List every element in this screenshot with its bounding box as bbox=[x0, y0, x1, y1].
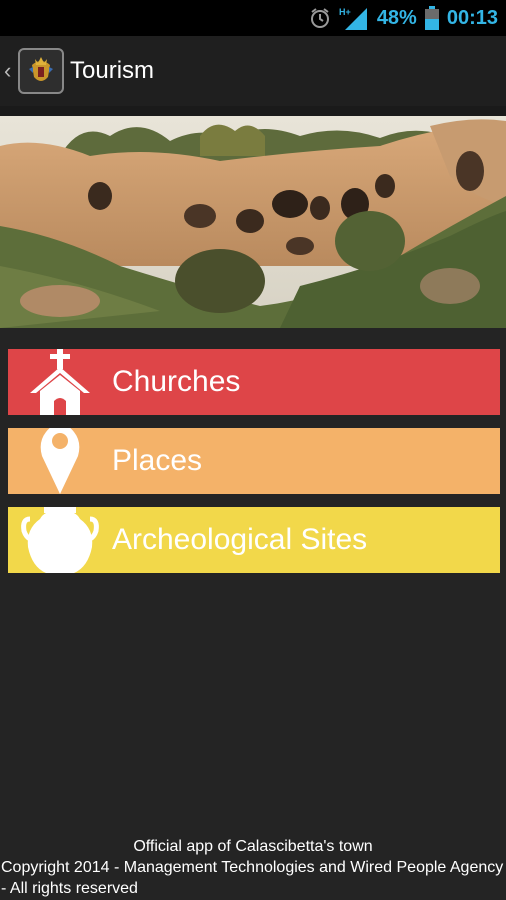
svg-text:H+: H+ bbox=[339, 7, 351, 17]
battery-percent: 48% bbox=[376, 6, 417, 29]
menu-item-label: Archeological Sites bbox=[112, 523, 368, 556]
menu-item-label: Places bbox=[112, 444, 203, 477]
menu-item-places[interactable]: Places bbox=[8, 428, 500, 494]
menu-item-label: Churches bbox=[112, 365, 241, 398]
calascibetta-coat-of-arms-icon[interactable] bbox=[18, 48, 64, 94]
signal-icon: H+ bbox=[339, 6, 369, 30]
back-caret-icon[interactable]: ‹ bbox=[4, 58, 16, 84]
footer: Official app of Calascibetta's town Copy… bbox=[0, 836, 506, 899]
menu-item-churches[interactable]: Churches bbox=[8, 349, 500, 415]
church-icon bbox=[8, 349, 112, 415]
footer-official-text: Official app of Calascibetta's town bbox=[133, 838, 373, 855]
clock: 00:13 bbox=[446, 6, 498, 29]
battery-icon bbox=[424, 6, 439, 30]
amphora-icon bbox=[8, 507, 112, 573]
status-bar: H+ 48% 00:13 bbox=[0, 0, 506, 36]
page-title: Tourism bbox=[70, 57, 155, 84]
alarm-icon bbox=[309, 7, 331, 29]
menu-item-archeological-sites[interactable]: Archeological Sites bbox=[8, 507, 500, 573]
divider bbox=[0, 106, 506, 116]
footer-copyright-text: Copyright 2014 - Management Technologies… bbox=[1, 859, 504, 897]
action-bar: ‹ Tourism bbox=[0, 36, 506, 106]
rock-caves-photo bbox=[0, 116, 506, 328]
map-pin-icon bbox=[8, 428, 112, 494]
